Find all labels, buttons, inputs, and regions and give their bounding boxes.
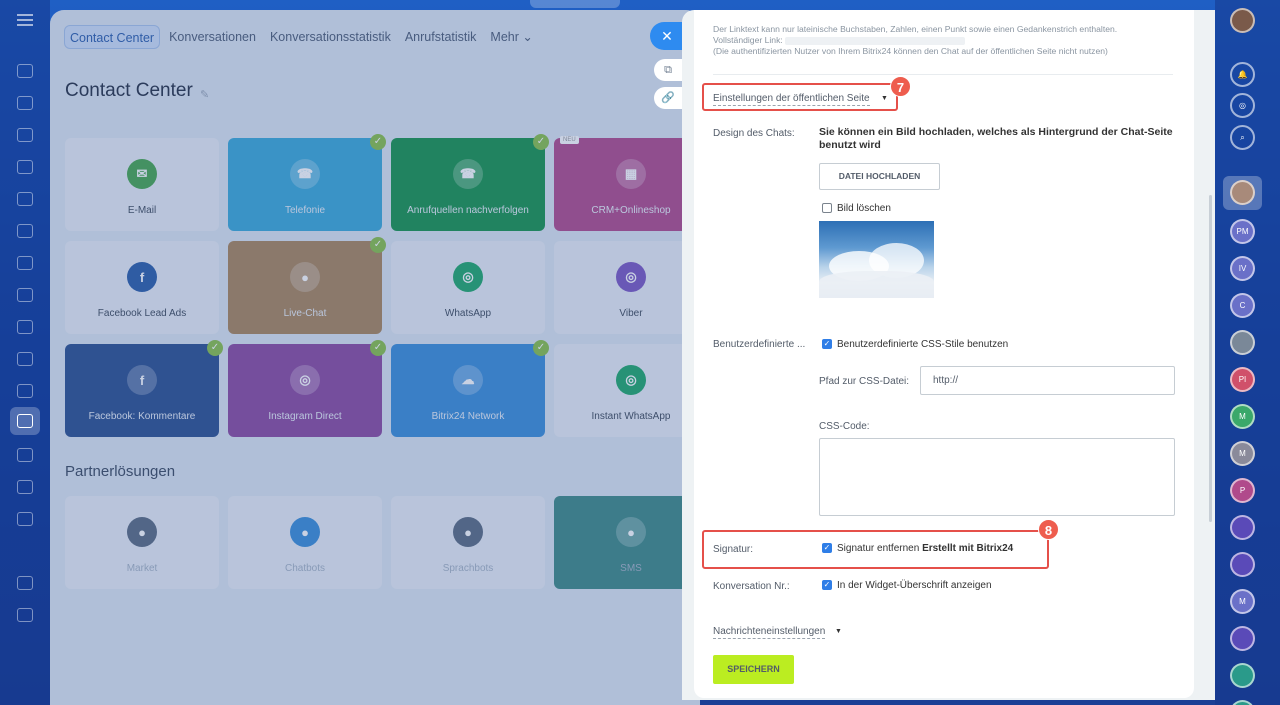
tasks-icon[interactable] [17,128,33,142]
settings-card [694,10,1194,698]
copy-link-icon[interactable]: 🔗 [654,87,682,109]
delete-image-checkbox[interactable] [822,203,832,213]
caret-down-icon[interactable]: ▼ [835,628,842,635]
caret-down-icon[interactable]: ▼ [881,95,888,102]
design-description: Sie können ein Bild hochladen, welches a… [819,126,1173,151]
contact-avatar[interactable] [1230,180,1255,205]
store-icon[interactable] [17,576,33,590]
user-avatar[interactable] [1230,8,1255,33]
conversation-number-check-label: In der Widget-Überschrift anzeigen [837,580,992,591]
divider [713,74,1173,75]
contact-avatar[interactable]: IV [1230,256,1255,281]
design-label: Design des Chats: [713,128,795,139]
save-button[interactable]: SPEICHERN [713,655,794,684]
activity-icon[interactable]: ◎ [1230,93,1255,118]
contact-avatar[interactable]: C [1230,293,1255,318]
delete-image-label: Bild löschen [837,203,891,214]
contact-avatar[interactable] [1230,663,1255,688]
menu-icon[interactable] [17,14,33,26]
signature-check-text: Signatur entfernen [837,543,920,554]
note-line-1: Der Linktext kann nur lateinische Buchst… [713,24,1118,34]
css-code-textarea[interactable] [819,438,1175,516]
notifications-icon[interactable]: 🔔 [1230,62,1255,87]
analytics-icon[interactable] [17,384,33,398]
close-slider-button[interactable]: ✕ [650,22,684,50]
custom-css-check-label: Benutzerdefinierte CSS-Stile benutzen [837,339,1009,350]
note-line-3: (Die authentifizierten Nutzer von Ihrem … [713,46,1108,56]
step-badge-7: 7 [890,76,911,97]
documents-icon[interactable] [17,192,33,206]
contact-avatar[interactable] [1230,330,1255,355]
link-note: Der Linktext kann nur lateinische Buchst… [713,24,1117,57]
custom-css-checkbox[interactable]: ✓ [822,339,832,349]
contact-center-icon[interactable] [17,414,33,428]
finance-icon[interactable] [17,224,33,238]
checklist-icon[interactable] [17,352,33,366]
contact-avatar[interactable] [1230,552,1255,577]
background-image-preview [819,221,934,298]
public-page-settings-toggle[interactable]: Einstellungen der öffentlichen Seite [713,92,870,106]
step-badge-8: 8 [1038,519,1059,540]
scrollbar[interactable] [1209,195,1212,522]
upload-file-button[interactable]: DATEI HOCHLADEN [819,163,940,190]
top-strip [50,0,1212,8]
shop-icon[interactable] [17,448,33,462]
contact-avatar[interactable]: M [1230,589,1255,614]
conversation-number-label: Konversation Nr.: [713,581,790,592]
signature-check-label: Signatur entfernen Erstellt mit Bitrix24 [837,543,1013,554]
message-settings-toggle[interactable]: Nachrichteneinstellungen [713,625,826,639]
home-icon[interactable] [17,64,33,78]
signature-bold-text: Erstellt mit Bitrix24 [922,543,1014,554]
contact-avatar[interactable]: M [1230,441,1255,466]
settings-icon[interactable] [17,608,33,622]
chat-icon[interactable] [17,288,33,302]
css-path-label: Pfad zur CSS-Datei: [819,376,910,387]
open-new-window-icon[interactable]: ⧉ [654,59,682,81]
sites-icon[interactable] [17,256,33,270]
css-path-input[interactable]: http:// [920,366,1175,395]
feed-icon[interactable] [17,96,33,110]
full-link-value[interactable] [785,36,966,45]
signature-label: Signatur: [713,544,754,555]
note-line-2: Vollständiger Link: [713,35,783,45]
conversation-number-checkbox[interactable]: ✓ [822,580,832,590]
signature-checkbox[interactable]: ✓ [822,543,832,553]
overlay-veil [50,10,700,705]
left-navigation-bar [0,0,50,705]
contact-avatar[interactable]: P [1230,478,1255,503]
edit-icon[interactable] [17,512,33,526]
contacts-icon[interactable] [17,160,33,174]
contact-avatar[interactable] [1230,515,1255,540]
contact-avatar[interactable]: PM [1230,219,1255,244]
css-code-label: CSS-Code: [819,421,870,432]
css-path-value: http:// [933,375,959,386]
contact-avatar[interactable] [1230,626,1255,651]
custom-css-label: Benutzerdefinierte ... [713,339,806,350]
contact-avatar[interactable]: PI [1230,367,1255,392]
search-icon[interactable]: ⌕ [1230,125,1255,150]
contact-avatar[interactable]: M [1230,404,1255,429]
calendar-icon[interactable] [17,320,33,334]
contact-center-page: Contact Center Konversationen Konversati… [50,10,700,705]
marketing-icon[interactable] [17,480,33,494]
